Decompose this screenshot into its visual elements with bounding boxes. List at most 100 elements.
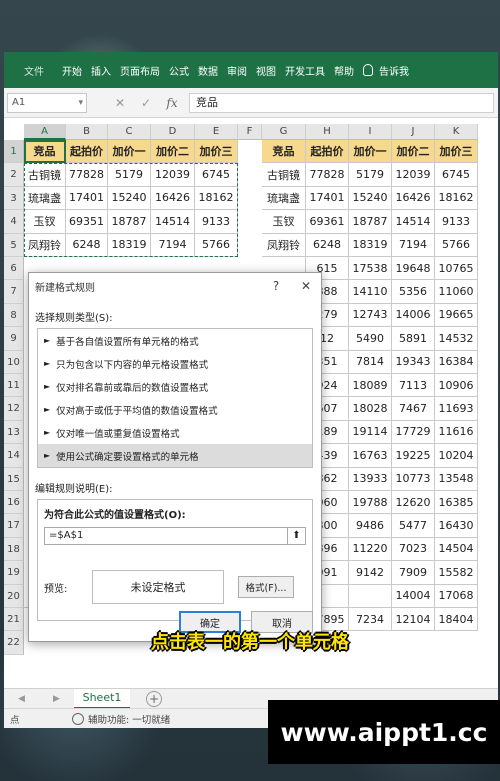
left-table-cell-A4[interactable]: 玉钗 [24, 210, 66, 234]
right-table-cell-J18[interactable]: 7023 [392, 537, 435, 562]
right-table-cell-K2[interactable]: 6745 [435, 163, 478, 187]
rule-formula-input[interactable]: =$A$1 ⬆ [44, 527, 306, 545]
right-table-cell-I4[interactable]: 18787 [349, 210, 392, 234]
right-table-cell-J16[interactable]: 12620 [392, 491, 435, 515]
left-table-cell-A5[interactable]: 凤翔铃 [24, 233, 66, 257]
row-header-11[interactable]: 11 [4, 374, 24, 398]
right-table-cell-H5[interactable]: 6248 [306, 233, 349, 257]
help-icon[interactable]: ? [261, 279, 291, 293]
row-header-16[interactable]: 16 [4, 491, 24, 515]
right-table-cell-J19[interactable]: 7909 [392, 561, 435, 585]
left-table-cell-A1[interactable]: 竞品 [24, 140, 66, 164]
tab-home[interactable]: 开始 [62, 63, 82, 78]
row-header-14[interactable]: 14 [4, 444, 24, 468]
formula-input[interactable]: 竞品 [189, 92, 494, 113]
left-table-cell-D5[interactable]: 7194 [151, 233, 195, 257]
right-table-cell-K16[interactable]: 16385 [435, 491, 478, 515]
left-table-cell-B2[interactable]: 77828 [66, 163, 108, 187]
right-table-cell-H1[interactable]: 起拍价 [306, 140, 349, 164]
row-header-9[interactable]: 9 [4, 327, 24, 351]
row-header-1[interactable]: 1 [4, 140, 24, 164]
right-table-cell-K14[interactable]: 10204 [435, 444, 478, 468]
right-table-cell-J15[interactable]: 10773 [392, 467, 435, 491]
right-table-cell-I12[interactable]: 18028 [349, 397, 392, 421]
tell-me-search[interactable]: 告诉我 [379, 63, 409, 78]
right-table-cell-K15[interactable]: 13548 [435, 467, 478, 491]
accessibility-status[interactable]: 辅助功能: 一切就绪 [88, 712, 170, 726]
right-table-cell-K7[interactable]: 11060 [435, 280, 478, 304]
tab-review[interactable]: 审阅 [227, 63, 247, 78]
row-header-17[interactable]: 17 [4, 514, 24, 538]
right-table-cell-J9[interactable]: 5891 [392, 327, 435, 351]
rule-type-item[interactable]: ► 只为包含以下内容的单元格设置格式 [38, 352, 312, 375]
right-table-cell-J4[interactable]: 14514 [392, 210, 435, 234]
right-table-cell-J12[interactable]: 7467 [392, 397, 435, 421]
right-table-cell-I9[interactable]: 5490 [349, 327, 392, 351]
right-table-cell-K4[interactable]: 9133 [435, 210, 478, 234]
tab-insert[interactable]: 插入 [91, 63, 111, 78]
right-table-cell-K13[interactable]: 11616 [435, 420, 478, 445]
row-header-13[interactable]: 13 [4, 420, 24, 445]
left-table-cell-E5[interactable]: 5766 [195, 233, 238, 257]
right-table-cell-J10[interactable]: 19343 [392, 350, 435, 374]
right-table-cell-J8[interactable]: 14006 [392, 303, 435, 328]
column-header-E[interactable]: E [195, 124, 238, 140]
row-header-8[interactable]: 8 [4, 303, 24, 328]
tab-developer[interactable]: 开发工具 [285, 63, 325, 78]
left-table-cell-C1[interactable]: 加价一 [108, 140, 151, 164]
row-header-4[interactable]: 4 [4, 210, 24, 234]
column-header-G[interactable]: G [262, 124, 306, 140]
column-header-B[interactable]: B [66, 124, 108, 140]
right-table-cell-J7[interactable]: 5356 [392, 280, 435, 304]
right-table-cell-I18[interactable]: 11220 [349, 537, 392, 562]
right-table-cell-J2[interactable]: 12039 [392, 163, 435, 187]
left-table-cell-A3[interactable]: 琉璃盏 [24, 186, 66, 211]
right-table-cell-J1[interactable]: 加价二 [392, 140, 435, 164]
row-header-18[interactable]: 18 [4, 537, 24, 562]
right-table-cell-J14[interactable]: 19225 [392, 444, 435, 468]
tab-formulas[interactable]: 公式 [169, 63, 189, 78]
column-header-I[interactable]: I [349, 124, 392, 140]
cancel-icon[interactable]: ✕ [107, 96, 133, 110]
right-table-cell-G5[interactable]: 凤翔铃 [262, 233, 306, 257]
right-table-cell-I3[interactable]: 15240 [349, 186, 392, 211]
left-table-cell-D1[interactable]: 加价二 [151, 140, 195, 164]
name-box[interactable]: A1 [7, 92, 87, 113]
right-table-cell-J11[interactable]: 7113 [392, 374, 435, 398]
right-table-cell-I1[interactable]: 加价一 [349, 140, 392, 164]
left-table-cell-E4[interactable]: 9133 [195, 210, 238, 234]
right-table-cell-I11[interactable]: 18089 [349, 374, 392, 398]
right-table-cell-H3[interactable]: 17401 [306, 186, 349, 211]
left-table-cell-D3[interactable]: 16426 [151, 186, 195, 211]
right-table-cell-G1[interactable]: 竞品 [262, 140, 306, 164]
close-icon[interactable]: ✕ [291, 279, 321, 293]
row-header-3[interactable]: 3 [4, 186, 24, 211]
right-table-cell-I13[interactable]: 19114 [349, 420, 392, 445]
left-table-cell-D4[interactable]: 14514 [151, 210, 195, 234]
row-header-2[interactable]: 2 [4, 163, 24, 187]
right-table-cell-J3[interactable]: 16426 [392, 186, 435, 211]
right-table-cell-K10[interactable]: 16384 [435, 350, 478, 374]
column-header-C[interactable]: C [108, 124, 151, 140]
right-table-cell-H4[interactable]: 69361 [306, 210, 349, 234]
row-header-19[interactable]: 19 [4, 561, 24, 585]
tab-file[interactable]: 文件 [24, 63, 44, 78]
rule-type-item[interactable]: ► 仅对高于或低于平均值的数值设置格式 [38, 398, 312, 421]
right-table-cell-K11[interactable]: 10906 [435, 374, 478, 398]
tab-page-layout[interactable]: 页面布局 [120, 63, 160, 78]
left-table-cell-C2[interactable]: 5179 [108, 163, 151, 187]
left-table-cell-E2[interactable]: 6745 [195, 163, 238, 187]
range-picker-icon[interactable]: ⬆ [287, 528, 305, 544]
right-table-cell-K3[interactable]: 18162 [435, 186, 478, 211]
sheet-nav-arrows[interactable]: ◀ ▶ [4, 694, 74, 704]
add-sheet-icon[interactable]: + [146, 690, 162, 707]
right-table-cell-I8[interactable]: 12743 [349, 303, 392, 328]
left-table-cell-C4[interactable]: 18787 [108, 210, 151, 234]
sheet-tab-sheet1[interactable]: Sheet1 [74, 688, 130, 709]
column-header-J[interactable]: J [392, 124, 435, 140]
left-table-cell-B3[interactable]: 17401 [66, 186, 108, 211]
left-table-cell-E3[interactable]: 18162 [195, 186, 238, 211]
column-header-K[interactable]: K [435, 124, 478, 140]
tab-data[interactable]: 数据 [198, 63, 218, 78]
right-table-cell-I16[interactable]: 19788 [349, 491, 392, 515]
